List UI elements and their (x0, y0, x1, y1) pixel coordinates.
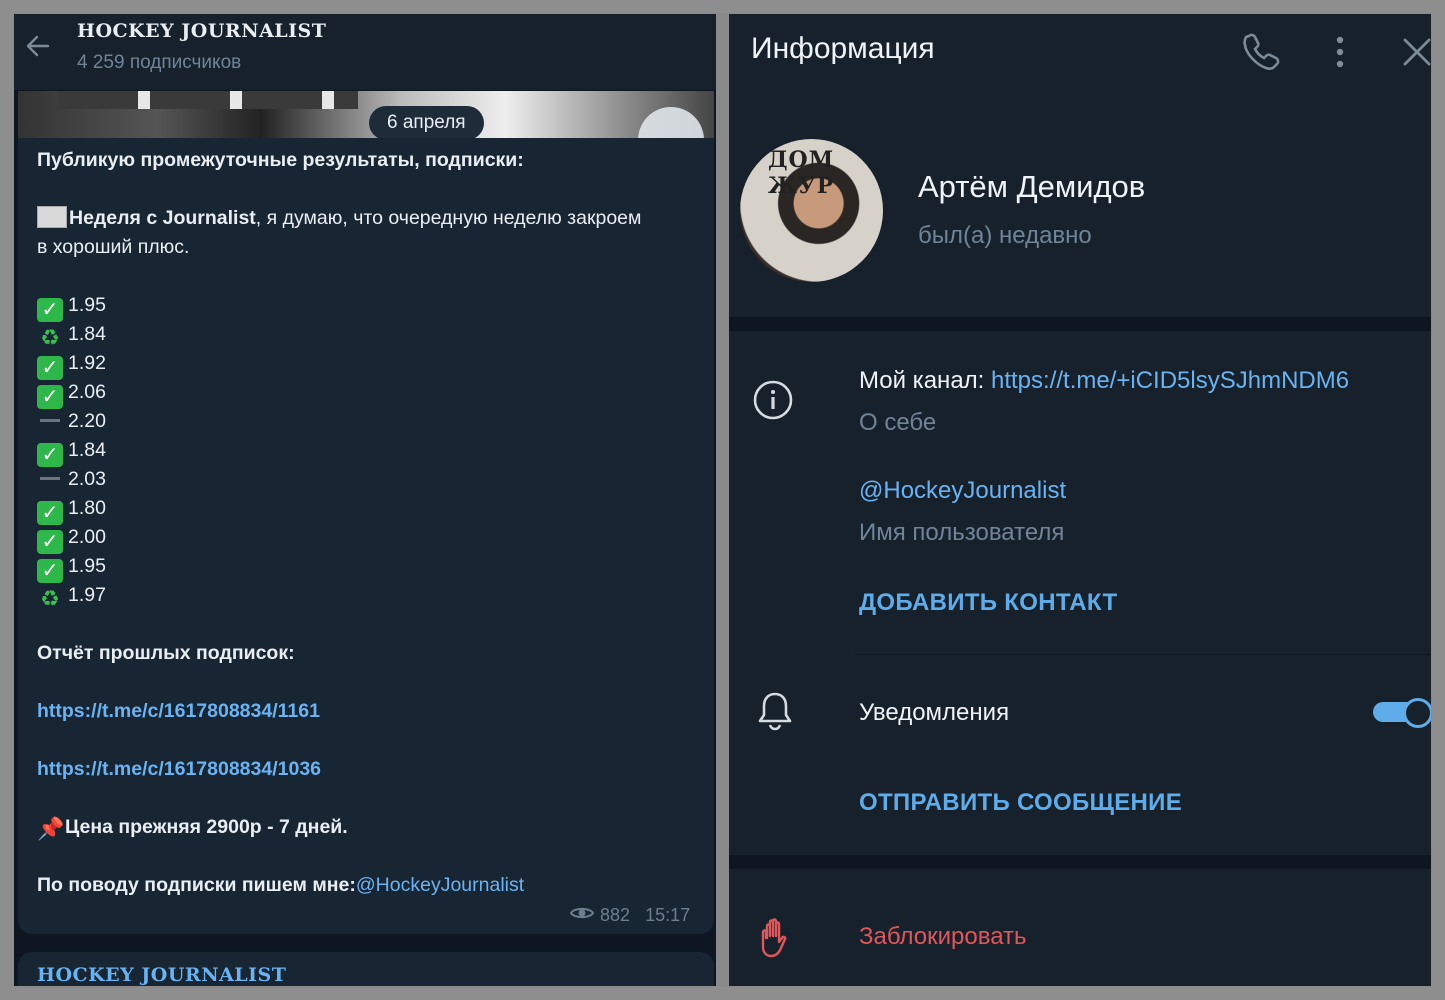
message-meta: 882 15:17 (569, 905, 691, 926)
result-value: 1.84 (68, 323, 106, 345)
previous-media-image[interactable] (18, 91, 714, 173)
block-button[interactable]: Заблокировать (859, 923, 1027, 951)
contact-handle-link[interactable]: @HockeyJournalist (356, 874, 524, 896)
section-divider-2 (729, 855, 1431, 869)
result-value: 2.06 (68, 381, 106, 403)
avatar-sign-text: ДОМ ЖУР (768, 147, 835, 199)
check-mark-icon: ✓ (37, 298, 63, 322)
message-time: 15:17 (645, 905, 691, 925)
result-value: 1.95 (68, 294, 106, 316)
info-title: Информация (751, 32, 935, 65)
check-mark-icon: ✓ (37, 501, 63, 525)
result-row: ✓ 1.95 (37, 291, 707, 322)
eye-icon (569, 905, 595, 926)
result-value: 1.95 (68, 555, 106, 577)
username-caption: Имя пользователя (859, 519, 1065, 546)
result-value: 2.03 (68, 468, 106, 490)
price-text: Цена прежняя 2900р - 7 дней. (65, 816, 348, 838)
check-mark-icon: ✓ (37, 356, 63, 380)
send-message-button[interactable]: ОТПРАВИТЬ СООБЩЕНИЕ (859, 789, 1182, 817)
message-text: Публикую промежуточные результаты, подпи… (37, 146, 707, 900)
result-row: ✓ 1.80 (37, 494, 707, 525)
result-row: ✓ 1.84 (37, 436, 707, 467)
contact-prefix: По поводу подписки пишем мне: (37, 874, 356, 896)
notifications-label: Уведомления (859, 699, 1010, 726)
check-mark-icon: ✓ (37, 559, 63, 583)
report-label: Отчёт прошлых подписок: (37, 642, 295, 664)
newspaper-icon (37, 206, 67, 228)
toggle-knob (1403, 698, 1431, 728)
avatar[interactable]: ДОМ ЖУР (740, 139, 883, 282)
phone-icon[interactable] (1241, 30, 1281, 70)
recycle-icon: ♻ (40, 586, 60, 611)
view-count: 882 (600, 905, 631, 925)
result-value: 2.20 (68, 410, 106, 432)
back-arrow-icon[interactable] (24, 32, 52, 60)
report-link-2[interactable]: https://t.me/c/1617808834/1036 (37, 758, 321, 780)
my-channel-link[interactable]: https://t.me/+iCID5lsySJhmNDM6 (991, 367, 1349, 394)
recycle-icon: ♻ (40, 325, 60, 350)
result-value: 2.00 (68, 526, 106, 548)
result-row: ♻ 1.97 (37, 581, 707, 611)
week-text: , я думаю, что очередную неделю закроем (255, 207, 642, 229)
info-panel: Информация ДОМ ЖУР Артём Демидов был(а) … (729, 14, 1431, 986)
result-row: ✓ 1.95 (37, 552, 707, 583)
result-row: ✓ 1.92 (37, 349, 707, 380)
pushpin-icon: 📌 (37, 816, 65, 841)
separator-line (855, 654, 1431, 655)
check-mark-icon: ✓ (37, 443, 63, 467)
subscriber-count: 4 259 подписчиков (77, 52, 242, 73)
result-row: ✓ 2.00 (37, 523, 707, 554)
week-title: Неделя с Journalist (69, 207, 256, 229)
section-divider (729, 317, 1431, 331)
result-value: 1.97 (68, 584, 106, 606)
result-value: 1.92 (68, 352, 106, 374)
chat-header: HOCKEY JOURNALIST 4 259 подписчиков (14, 14, 716, 90)
week-text-continued: в хороший плюс. (37, 236, 190, 258)
report-link-1[interactable]: https://t.me/c/1617808834/1161 (37, 700, 320, 722)
result-value: 1.84 (68, 439, 106, 461)
chat-panel: HOCKEY JOURNALIST 4 259 подписчиков 6 ап… (14, 14, 716, 986)
profile-name: Артём Демидов (918, 169, 1146, 204)
results-list: ✓ 1.95 ♻ 1.84 ✓ 1.92 ✓ 2.06 2.20 ✓ 1.84 2.03 ✓ 1.80 ✓ 2… (37, 291, 707, 611)
result-row: 2.20 (37, 407, 707, 436)
close-icon[interactable] (1401, 34, 1431, 70)
channel-title[interactable]: HOCKEY JOURNALIST (77, 20, 326, 42)
bio-caption: О себе (859, 409, 937, 436)
date-separator: 6 апреля (369, 106, 484, 140)
my-channel-label: Мой канал: (859, 367, 991, 394)
result-row: ✓ 2.06 (37, 378, 707, 409)
dash-icon (37, 466, 63, 490)
dash-icon (37, 408, 63, 432)
result-row: ♻ 1.84 (37, 320, 707, 350)
my-channel-row: Мой канал: https://t.me/+iCID5lsySJhmNDM… (859, 367, 1349, 395)
info-icon (753, 380, 793, 420)
bell-icon (757, 690, 793, 732)
check-mark-icon: ✓ (37, 385, 63, 409)
username-link[interactable]: @HockeyJournalist (859, 477, 1066, 505)
result-row: 2.03 (37, 465, 707, 494)
profile-status: был(а) недавно (918, 222, 1092, 249)
notifications-toggle[interactable] (1373, 696, 1431, 728)
check-mark-icon: ✓ (37, 530, 63, 554)
result-value: 1.80 (68, 497, 106, 519)
next-message-author[interactable]: HOCKEY JOURNALIST (37, 964, 286, 986)
add-contact-button[interactable]: ДОБАВИТЬ КОНТАКТ (859, 589, 1117, 617)
stop-hand-icon (757, 916, 797, 960)
more-options-icon[interactable] (1325, 32, 1355, 72)
message-intro: Публикую промежуточные результаты, подпи… (37, 149, 524, 171)
